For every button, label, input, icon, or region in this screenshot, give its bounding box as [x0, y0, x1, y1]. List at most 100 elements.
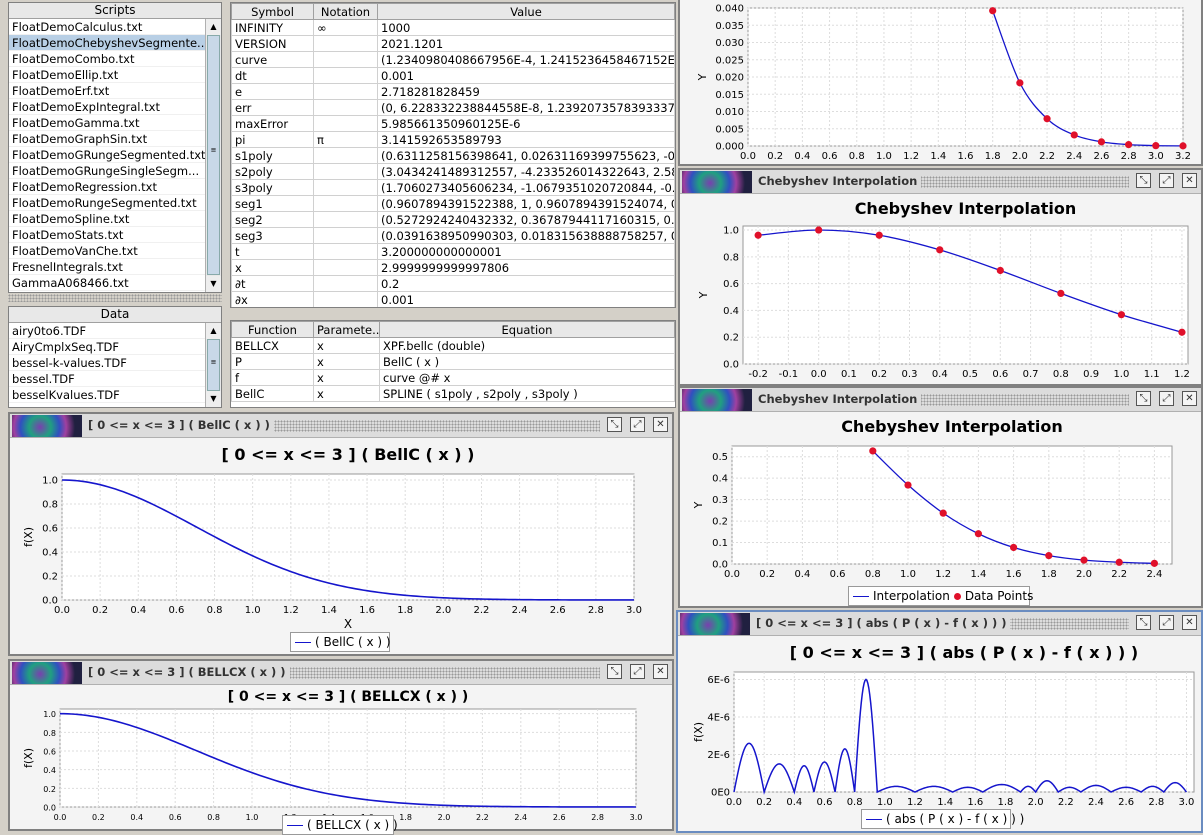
- scroll-up-icon[interactable]: ▲: [206, 323, 221, 339]
- chart-window-top_plot[interactable]: 0.0 0.2 0.4 0.6 0.8 1.0 1.2 1.4 1.6 1.8 2.0 2.2 2.4 2…: [678, 0, 1203, 166]
- list-item[interactable]: FloatDemoCalculus.txt: [9, 19, 205, 35]
- close-icon[interactable]: ✕: [1182, 173, 1197, 188]
- list-item[interactable]: FloatDemoGraphSin.txt: [9, 131, 205, 147]
- list-item[interactable]: FloatDemoRegression.txt: [9, 179, 205, 195]
- column-header[interactable]: Equation: [379, 321, 675, 338]
- list-item[interactable]: AiryCmplxSeq.TDF: [9, 339, 205, 355]
- list-item[interactable]: FloatDemoCombo.txt: [9, 51, 205, 67]
- list-item[interactable]: FloatDemoVanChe.txt: [9, 243, 205, 259]
- chart-svg: 0.0 0.2 0.4 0.6 0.8 1.0 1.2 1.4 1.6 1.8 2.0 2.2 2.4 2…: [696, 4, 1191, 163]
- list-item[interactable]: airy0to6.TDF: [9, 323, 205, 339]
- table-row[interactable]: BellC x SPLINE ( s1poly , s2poly , s3poly …: [231, 385, 675, 402]
- table-row[interactable]: ∂x 0.001: [231, 291, 675, 307]
- table-row[interactable]: curve (1.2340980408667956E-4, 1.241523645…: [231, 51, 675, 68]
- data-point: [1125, 141, 1133, 149]
- window-titlebar[interactable]: [ 0 <= x <= 3 ] ( BellC ( x ) ) ⤡ ⤢ ✕: [10, 414, 672, 438]
- restore-icon[interactable]: ⤡: [1136, 615, 1151, 630]
- scroll-up-icon[interactable]: ▲: [206, 19, 221, 35]
- scripts-list[interactable]: FloatDemoCalculus.txt FloatDemoChebyshevS…: [9, 19, 205, 292]
- list-item[interactable]: FloatDemoExpIntegral.txt: [9, 99, 205, 115]
- table-row[interactable]: x 2.9999999999997806: [231, 259, 675, 276]
- table-row[interactable]: s3poly (1.7060273405606234, -1.0679351020…: [231, 179, 675, 196]
- table-row[interactable]: ∂t 0.2: [231, 275, 675, 292]
- list-item[interactable]: FloatDemoGamma.txt: [9, 115, 205, 131]
- column-header[interactable]: Symbol: [231, 3, 314, 20]
- list-item[interactable]: FloatDemoGRungeSingleSegm...: [9, 163, 205, 179]
- list-item[interactable]: bessel.TDF: [9, 371, 205, 387]
- table-row[interactable]: Px BellC ( x ): [231, 353, 675, 370]
- chart-window-cheb1[interactable]: Chebyshev Interpolation ⤡ ⤢ ✕ Chebyshev Inte…: [678, 168, 1203, 386]
- table-row[interactable]: VERSION 2021.1201: [231, 35, 675, 52]
- x-tick-label: 0.4: [794, 569, 810, 580]
- list-item[interactable]: FloatDemoSpline.txt: [9, 211, 205, 227]
- window-titlebar[interactable]: [ 0 <= x <= 3 ] ( abs ( P ( x ) - f ( x …: [678, 612, 1201, 636]
- close-icon[interactable]: ✕: [1182, 391, 1197, 406]
- maximize-icon[interactable]: ⤢: [1159, 391, 1174, 406]
- list-item[interactable]: FloatDemoEllip.txt: [9, 67, 205, 83]
- table-row[interactable]: dt 0.001: [231, 67, 675, 84]
- window-titlebar[interactable]: Chebyshev Interpolation ⤡ ⤢ ✕: [680, 388, 1201, 412]
- table-cell: BellC: [231, 385, 314, 402]
- x-tick-label: 0.4: [786, 797, 802, 808]
- list-item[interactable]: FloatDemoChebyshevSegmente...: [9, 35, 205, 51]
- scroll-down-icon[interactable]: ▼: [206, 391, 221, 407]
- table-row[interactable]: maxError 5.985661350960125E-6: [231, 115, 675, 132]
- x-tick-label: 2.2: [1058, 797, 1074, 808]
- window-titlebar[interactable]: [ 0 <= x <= 3 ] ( BELLCX ( x ) ) ⤡ ⤢ ✕: [10, 661, 672, 685]
- restore-icon[interactable]: ⤡: [1136, 391, 1151, 406]
- maximize-icon[interactable]: ⤢: [630, 417, 645, 432]
- split-divider[interactable]: [8, 294, 222, 302]
- table-row[interactable]: seg2 (0.5272924240432332, 0.3678794411716…: [231, 211, 675, 228]
- table-row[interactable]: INFINITY ∞ 1000: [231, 19, 675, 36]
- list-item[interactable]: FloatDemoGRungeSegmented.txt: [9, 147, 205, 163]
- list-item[interactable]: GammaA068466.txt: [9, 275, 205, 291]
- column-header[interactable]: Paramete...: [313, 321, 380, 338]
- chart-window-bellc[interactable]: [ 0 <= x <= 3 ] ( BellC ( x ) ) ⤡ ⤢ ✕[ 0 <=…: [8, 412, 674, 656]
- table-row[interactable]: err (0, 6.228332238844558E-8, 1.239207357…: [231, 99, 675, 116]
- x-tick-label: 0.2: [92, 605, 108, 616]
- close-icon[interactable]: ✕: [1182, 615, 1197, 630]
- list-item[interactable]: besselKvalues.TDF: [9, 387, 205, 403]
- restore-icon[interactable]: ⤡: [1136, 173, 1151, 188]
- table-row[interactable]: pi π 3.141592653589793: [231, 131, 675, 148]
- list-item[interactable]: FloatDemoRungeSegmented.txt: [9, 195, 205, 211]
- chart-window-bellcx[interactable]: [ 0 <= x <= 3 ] ( BELLCX ( x ) ) ⤡ ⤢ ✕[ 0 <…: [8, 659, 674, 835]
- list-item[interactable]: FresnelIntegrals.txt: [9, 259, 205, 275]
- x-tick-label: 2.2: [474, 605, 490, 616]
- column-header[interactable]: Notation: [313, 3, 378, 20]
- scroll-down-icon[interactable]: ▼: [206, 276, 221, 292]
- x-tick-label: 2.4: [1066, 151, 1082, 162]
- column-header[interactable]: Value: [377, 3, 675, 20]
- x-tick-label: 0.6: [822, 151, 838, 162]
- table-row[interactable]: f x curve @# x: [231, 369, 675, 386]
- table-row[interactable]: s1poly (0.6311258156398641, 0.02631169399…: [231, 147, 675, 164]
- maximize-icon[interactable]: ⤢: [1159, 173, 1174, 188]
- data-point: [875, 231, 883, 239]
- table-row[interactable]: seg3 (0.0391638950990303, 0.0183156388887…: [231, 227, 675, 244]
- scripts-scrollbar[interactable]: ▲ ≡ ▼: [205, 19, 221, 292]
- column-header[interactable]: Function: [231, 321, 314, 338]
- list-item[interactable]: FloatDemoErf.txt: [9, 83, 205, 99]
- maximize-icon[interactable]: ⤢: [630, 664, 645, 679]
- table-row[interactable]: e 2.718281828459: [231, 83, 675, 100]
- chart-window-cheb2[interactable]: Chebyshev Interpolation ⤡ ⤢ ✕ Chebyshev Inte…: [678, 386, 1203, 608]
- close-icon[interactable]: ✕: [653, 664, 668, 679]
- table-row[interactable]: s2poly (3.0434241489312557, -4.2335260143…: [231, 163, 675, 180]
- chart-window-err[interactable]: [ 0 <= x <= 3 ] ( abs ( P ( x ) - f ( x …: [676, 610, 1203, 833]
- maximize-icon[interactable]: ⤢: [1159, 615, 1174, 630]
- data-point: [815, 226, 823, 234]
- window-titlebar[interactable]: Chebyshev Interpolation ⤡ ⤢ ✕: [680, 170, 1201, 194]
- data-list[interactable]: airy0to6.TDF AiryCmplxSeq.TDF bessel-k-val…: [9, 323, 205, 407]
- close-icon[interactable]: ✕: [653, 417, 668, 432]
- x-tick-label: 0.6: [992, 369, 1008, 380]
- table-cell: SPLINE ( s1poly , s2poly , s3poly ): [379, 385, 675, 402]
- restore-icon[interactable]: ⤡: [607, 664, 622, 679]
- table-row[interactable]: seg1 (0.9607894391522388, 1, 0.9607894391…: [231, 195, 675, 212]
- list-item[interactable]: bessel-k-values.TDF: [9, 355, 205, 371]
- table-row[interactable]: BELLCX x XPF.bellc (double): [231, 337, 675, 354]
- restore-icon[interactable]: ⤡: [607, 417, 622, 432]
- table-row[interactable]: t 3.200000000000001: [231, 243, 675, 260]
- x-tick-label: 0.8: [1053, 369, 1069, 380]
- data-scrollbar[interactable]: ▲ ≡ ▼: [205, 323, 221, 407]
- list-item[interactable]: FloatDemoStats.txt: [9, 227, 205, 243]
